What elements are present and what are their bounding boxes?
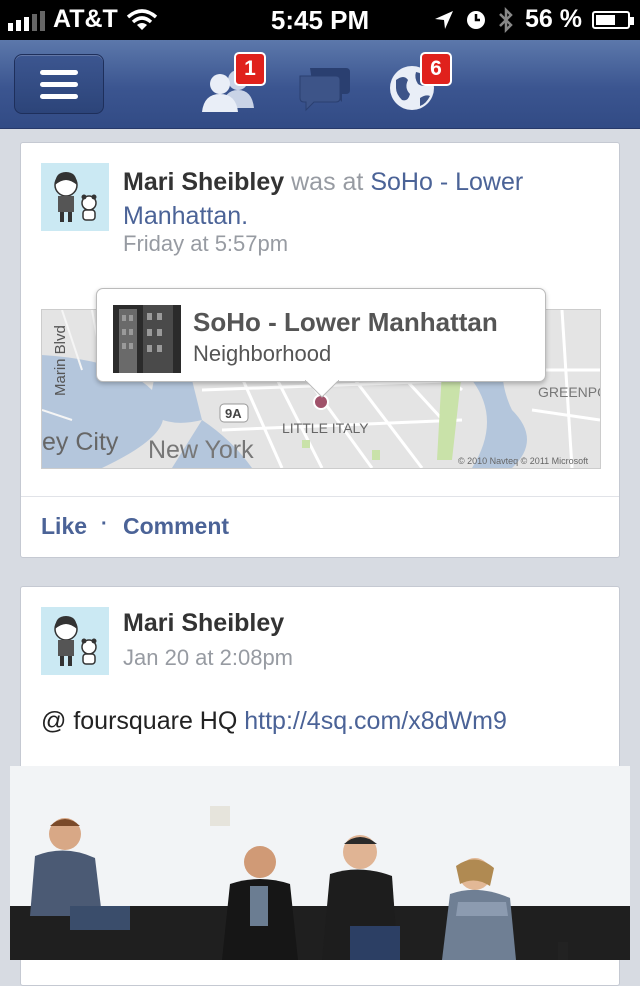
post-photo[interactable] [10, 766, 630, 960]
callout-subtitle: Neighborhood [193, 341, 332, 366]
messages-icon [299, 68, 350, 112]
messages-button[interactable] [296, 58, 356, 114]
user-avatar-icon [41, 607, 109, 675]
avatar[interactable] [41, 607, 109, 675]
map-label-jersey-city: ey City [42, 428, 119, 456]
like-button[interactable]: Like [41, 513, 87, 540]
checkin-verb: was at [291, 168, 364, 196]
action-separator: · [101, 513, 108, 535]
status-bar: AT&T 5:45 PM 56 % [0, 0, 640, 40]
top-navbar: 1 6 [0, 40, 640, 129]
post-url-link[interactable]: http://4sq.com/x8dWm9 [244, 707, 507, 735]
alarm-clock-icon [467, 10, 486, 29]
menu-icon [40, 69, 78, 75]
author-name-link[interactable]: Mari Sheibley [123, 168, 284, 196]
menu-button[interactable] [14, 54, 104, 114]
photo-image [10, 766, 630, 960]
battery-percent: 56 % [525, 5, 582, 33]
post-timestamp[interactable]: Friday at 5:57pm [123, 231, 288, 257]
map-copyright: © 2010 Navteq © 2011 Microsoft [458, 456, 589, 466]
post-text: @ foursquare HQ [41, 707, 238, 735]
avatar[interactable] [41, 163, 109, 231]
notifications-badge: 6 [420, 52, 452, 86]
map-label-marin: Marin Blvd [52, 325, 69, 396]
post-actions: Like · Comment [21, 496, 619, 557]
author-name-link[interactable]: Mari Sheibley [123, 609, 284, 638]
post-timestamp[interactable]: Jan 20 at 2:08pm [123, 645, 293, 671]
bluetooth-icon [499, 6, 513, 33]
notifications-button[interactable]: 6 [386, 52, 452, 114]
place-thumbnail [113, 305, 181, 373]
map-label-little-italy: LITTLE ITALY [282, 420, 369, 436]
post-header-text: Mari Sheibley was at SoHo - Lower Manhat… [123, 165, 593, 233]
user-avatar-icon [41, 163, 109, 231]
map-label-greenpoint: GREENPO [538, 384, 600, 400]
comment-button[interactable]: Comment [123, 513, 229, 540]
friend-requests-button[interactable]: 1 [200, 52, 266, 114]
location-arrow-icon [435, 10, 454, 29]
map-label-new-york: New York [148, 436, 254, 464]
post-body: @ foursquare HQ http://4sq.com/x8dWm9 [41, 707, 507, 736]
callout-title: SoHo - Lower Manhattan [193, 307, 498, 337]
friend-requests-badge: 1 [234, 52, 266, 86]
status-right: 56 % [433, 5, 634, 34]
callout-pointer [305, 380, 339, 398]
map-label-highway: 9A [225, 406, 242, 421]
location-callout[interactable]: SoHo - Lower Manhattan Neighborhood [96, 288, 546, 398]
battery-icon [592, 10, 634, 29]
